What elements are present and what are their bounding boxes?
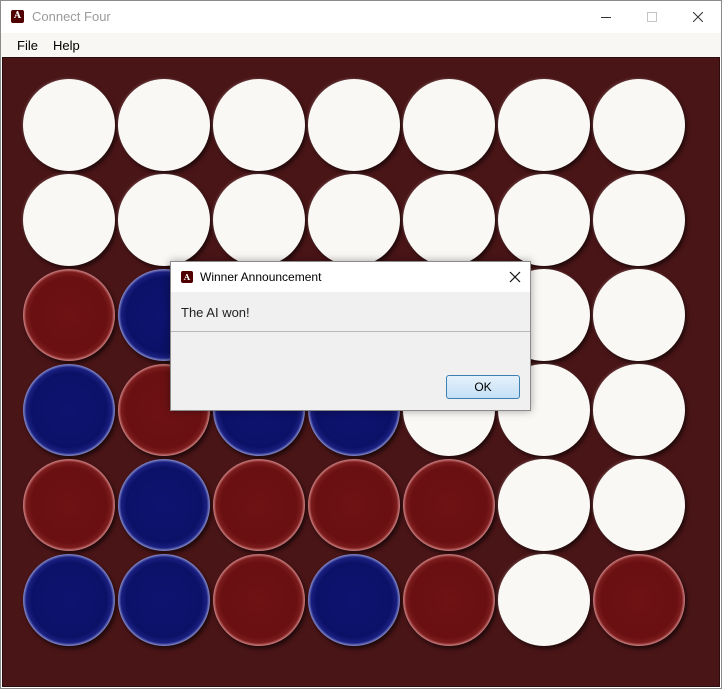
- window-title: Connect Four: [32, 9, 111, 24]
- red-piece[interactable]: [23, 269, 115, 361]
- dialog-divider: [171, 331, 530, 332]
- red-piece[interactable]: [593, 554, 685, 646]
- empty-slot[interactable]: [23, 174, 115, 266]
- empty-slot[interactable]: [308, 174, 400, 266]
- empty-slot[interactable]: [23, 79, 115, 171]
- red-piece[interactable]: [23, 459, 115, 551]
- empty-slot[interactable]: [213, 174, 305, 266]
- blue-piece[interactable]: [118, 554, 210, 646]
- empty-slot[interactable]: [498, 554, 590, 646]
- empty-slot[interactable]: [118, 79, 210, 171]
- red-piece[interactable]: [213, 554, 305, 646]
- winner-dialog: A Winner Announcement The AI won! OK: [170, 261, 531, 411]
- blue-piece[interactable]: [23, 364, 115, 456]
- app-logo-icon: A: [11, 10, 24, 23]
- minimize-button[interactable]: [583, 1, 629, 33]
- close-button[interactable]: [675, 1, 721, 33]
- maximize-button[interactable]: [629, 1, 675, 33]
- empty-slot[interactable]: [118, 174, 210, 266]
- close-icon: [693, 12, 703, 22]
- dialog-title: Winner Announcement: [200, 270, 322, 284]
- dialog-close-button[interactable]: [500, 262, 530, 292]
- empty-slot[interactable]: [213, 79, 305, 171]
- empty-slot[interactable]: [403, 174, 495, 266]
- blue-piece[interactable]: [308, 554, 400, 646]
- empty-slot[interactable]: [308, 79, 400, 171]
- empty-slot[interactable]: [498, 459, 590, 551]
- minimize-icon: [601, 17, 611, 18]
- dialog-logo-icon: A: [181, 271, 193, 283]
- close-icon: [509, 271, 521, 283]
- empty-slot[interactable]: [593, 459, 685, 551]
- ok-button[interactable]: OK: [446, 375, 520, 399]
- red-piece[interactable]: [403, 459, 495, 551]
- empty-slot[interactable]: [498, 174, 590, 266]
- maximize-icon: [647, 12, 657, 22]
- blue-piece[interactable]: [23, 554, 115, 646]
- red-piece[interactable]: [308, 459, 400, 551]
- winner-message: The AI won!: [181, 305, 250, 320]
- red-piece[interactable]: [403, 554, 495, 646]
- menu-bar: File Help: [1, 33, 721, 57]
- empty-slot[interactable]: [593, 364, 685, 456]
- empty-slot[interactable]: [593, 174, 685, 266]
- menu-file[interactable]: File: [17, 38, 38, 53]
- empty-slot[interactable]: [593, 269, 685, 361]
- empty-slot[interactable]: [403, 79, 495, 171]
- menu-help[interactable]: Help: [53, 38, 80, 53]
- empty-slot[interactable]: [498, 79, 590, 171]
- red-piece[interactable]: [213, 459, 305, 551]
- blue-piece[interactable]: [118, 459, 210, 551]
- dialog-title-bar[interactable]: A Winner Announcement: [171, 262, 530, 292]
- title-bar[interactable]: A Connect Four: [1, 1, 721, 33]
- empty-slot[interactable]: [593, 79, 685, 171]
